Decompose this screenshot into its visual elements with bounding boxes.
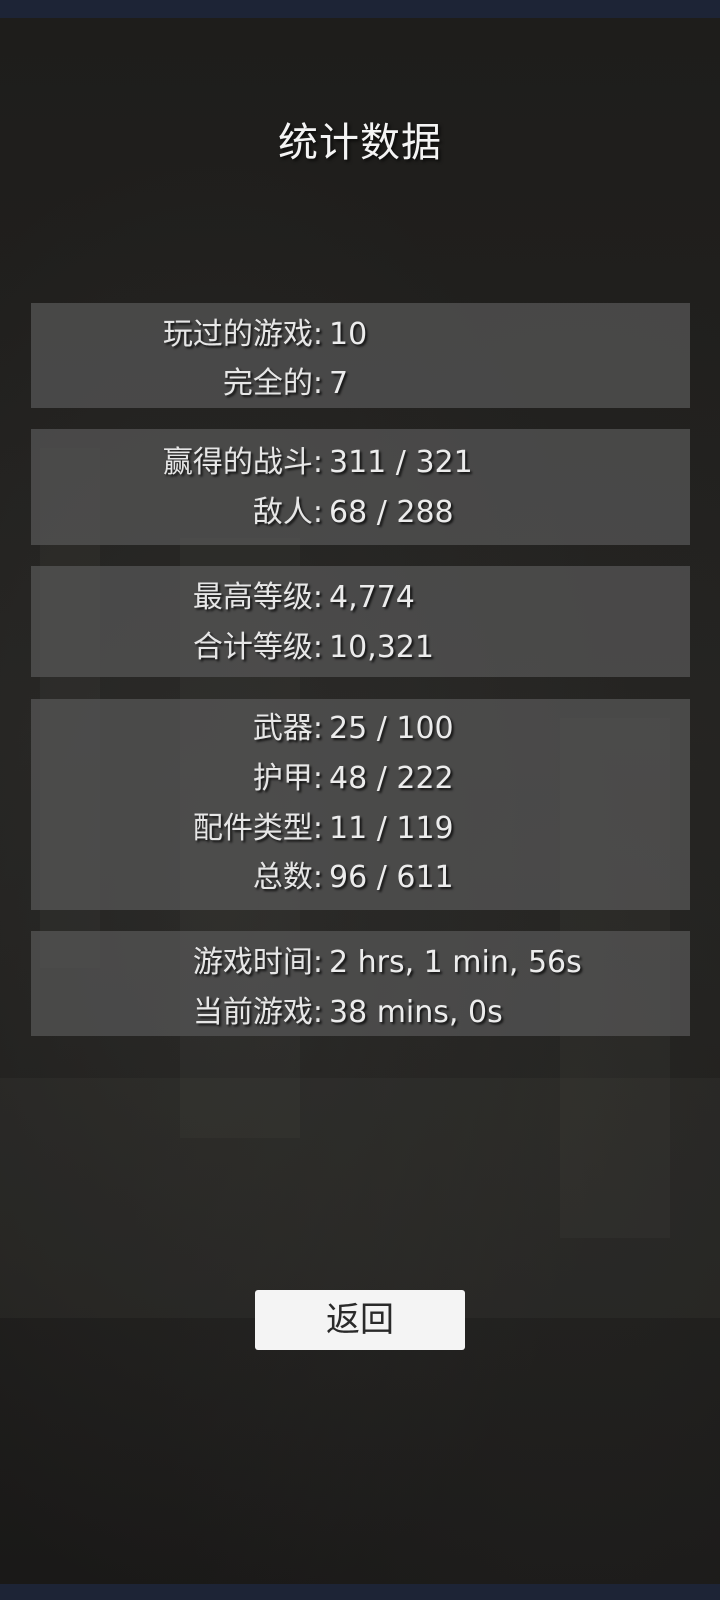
equipment-stats-panel: 武器: 25 / 100 护甲: 48 / 222 配件类型: 11 / 119… — [31, 699, 690, 910]
level-stats-panel: 最高等级: 4,774 合计等级: 10,321 — [31, 566, 690, 677]
stat-value: 4,774 — [329, 580, 415, 615]
stat-value: 38 mins, 0s — [329, 995, 503, 1030]
stat-value: 7 — [329, 366, 349, 401]
stat-label: 赢得的战斗: — [162, 445, 323, 480]
stat-row-games-played: 玩过的游戏: 10 — [31, 311, 690, 359]
stat-row-total-level: 合计等级: 10,321 — [31, 624, 690, 672]
stat-label: 配件类型: — [192, 811, 323, 846]
stat-label: 合计等级: — [192, 630, 323, 665]
back-button[interactable]: 返回 — [255, 1290, 465, 1350]
stat-label: 当前游戏: — [192, 995, 323, 1030]
stat-value: 2 hrs, 1 min, 56s — [329, 945, 582, 980]
battle-stats-panel: 赢得的战斗: 311 / 321 敌人: 68 / 288 — [31, 429, 690, 545]
stat-row-weapons: 武器: 25 / 100 — [31, 705, 690, 753]
stat-row-total: 总数: 96 / 611 — [31, 854, 690, 902]
games-stats-panel: 玩过的游戏: 10 完全的: 7 — [31, 303, 690, 408]
stat-value: 25 / 100 — [329, 711, 454, 746]
stat-value: 48 / 222 — [329, 761, 454, 796]
stat-value: 10,321 — [329, 630, 434, 665]
stat-label: 武器: — [252, 711, 323, 746]
stat-value: 96 / 611 — [329, 860, 454, 895]
stat-label: 最高等级: — [192, 580, 323, 615]
stat-label: 游戏时间: — [192, 945, 323, 980]
stat-row-highest-level: 最高等级: 4,774 — [31, 574, 690, 622]
stat-value: 10 — [329, 317, 368, 352]
stat-row-play-time: 游戏时间: 2 hrs, 1 min, 56s — [31, 939, 690, 987]
playtime-stats-panel: 游戏时间: 2 hrs, 1 min, 56s 当前游戏: 38 mins, 0… — [31, 931, 690, 1036]
stat-label: 完全的: — [222, 366, 323, 401]
stat-label: 玩过的游戏: — [162, 317, 323, 352]
stat-value: 11 / 119 — [329, 811, 454, 846]
stat-row-battles-won: 赢得的战斗: 311 / 321 — [31, 439, 690, 487]
stat-row-accessory-types: 配件类型: 11 / 119 — [31, 805, 690, 853]
stat-label: 护甲: — [252, 761, 323, 796]
page-title: 统计数据 — [278, 120, 442, 166]
stat-row-current-game: 当前游戏: 38 mins, 0s — [31, 989, 690, 1037]
navigation-bar — [0, 1584, 720, 1600]
stat-row-enemies: 敌人: 68 / 288 — [31, 489, 690, 537]
status-bar — [0, 0, 720, 18]
stat-label: 敌人: — [252, 495, 323, 530]
stat-label: 总数: — [252, 860, 323, 895]
stat-value: 68 / 288 — [329, 495, 454, 530]
stat-row-completed: 完全的: 7 — [31, 360, 690, 408]
stat-value: 311 / 321 — [329, 445, 473, 480]
stat-row-armor: 护甲: 48 / 222 — [31, 755, 690, 803]
